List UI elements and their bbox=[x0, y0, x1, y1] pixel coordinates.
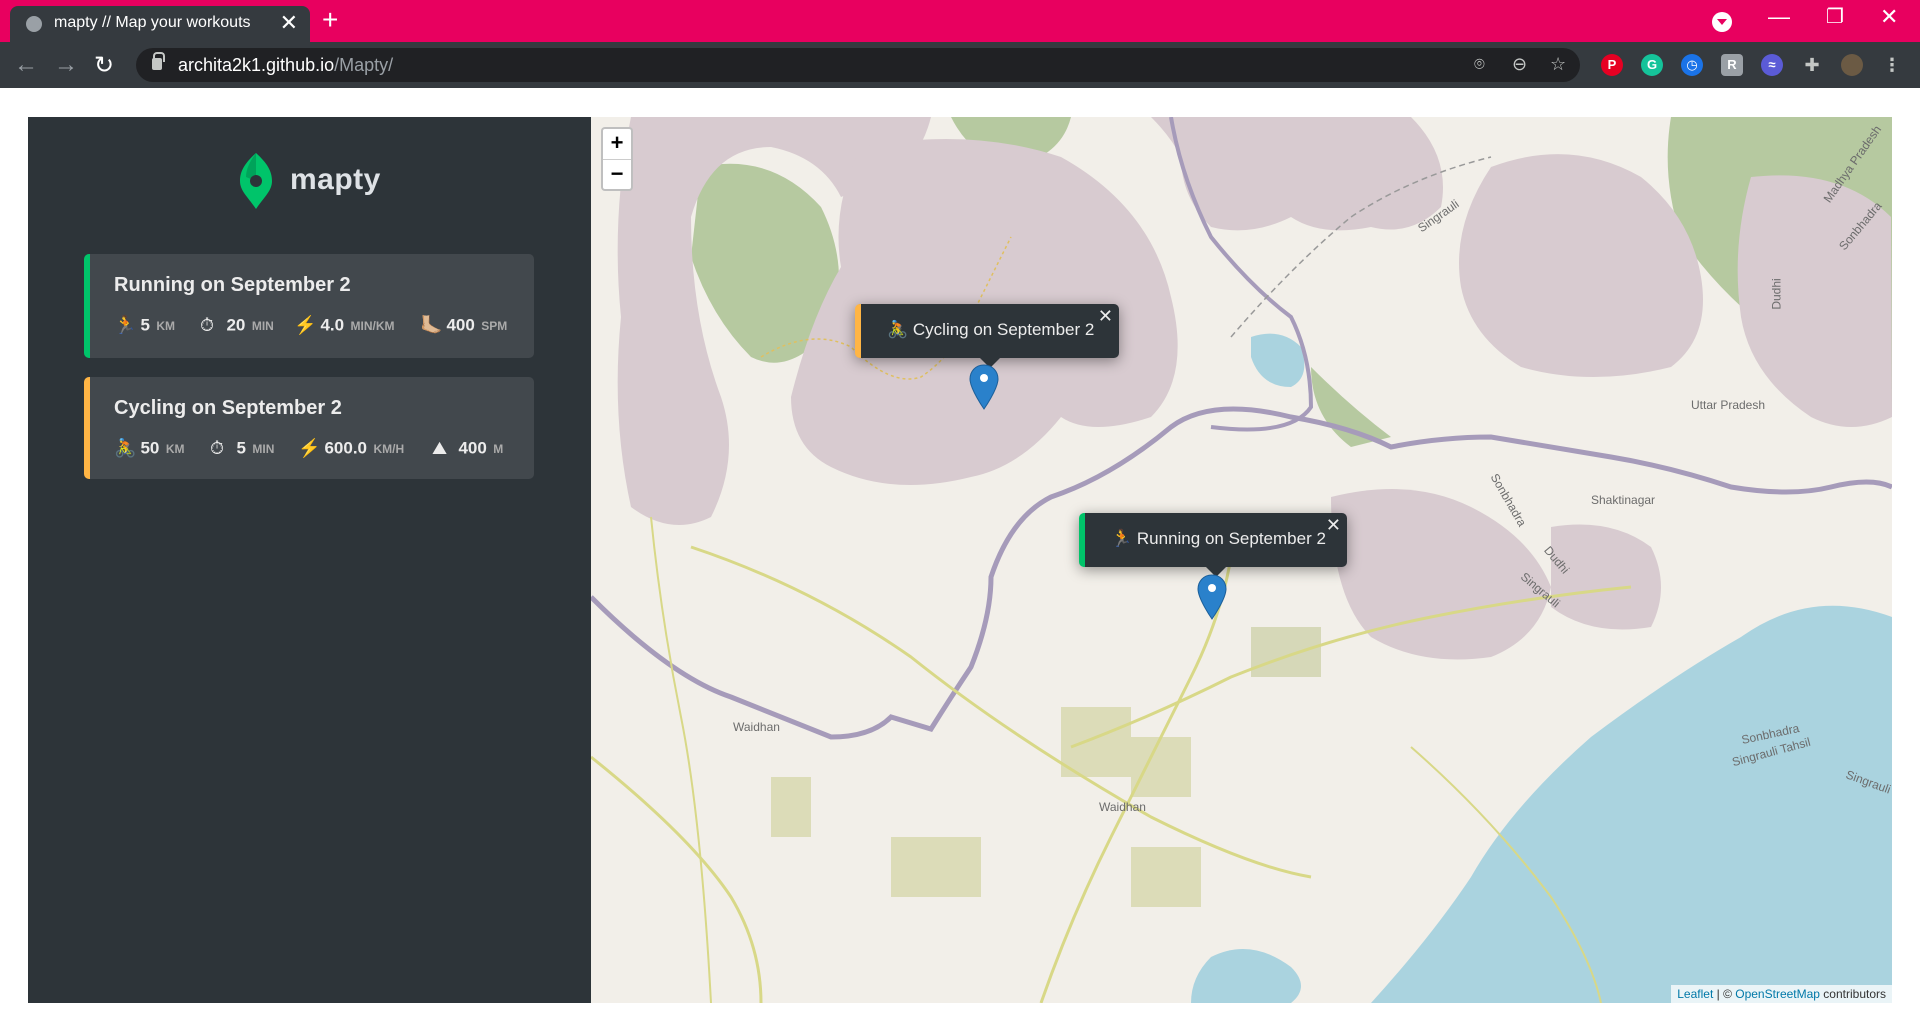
tab-title: mapty // Map your workouts bbox=[54, 14, 251, 31]
workout-detail-pace: ⚡️ 4.0 min/km bbox=[294, 315, 395, 335]
popup-close-icon[interactable]: ✕ bbox=[1098, 306, 1113, 327]
logo-text: mapty bbox=[290, 163, 381, 196]
location-icon[interactable]: ⌾ bbox=[1474, 54, 1485, 75]
workout-detail-distance: 🏃 5 km bbox=[114, 315, 176, 335]
logo: mapty bbox=[236, 151, 396, 211]
zoom-out-button[interactable]: − bbox=[603, 159, 631, 189]
mountain-icon: ⛰ bbox=[432, 438, 448, 458]
map-label: Uttar Pradesh bbox=[1691, 398, 1766, 412]
url-text[interactable]: archita2k1.github.io/Mapty/ bbox=[178, 55, 393, 76]
zoom-control: + − bbox=[601, 127, 633, 191]
r-extension-icon[interactable]: R bbox=[1721, 54, 1743, 76]
map-attribution: Leaflet | © OpenStreetMap contributors bbox=[1671, 985, 1892, 1003]
map-label: Dudhi bbox=[1769, 278, 1784, 310]
new-tab-button[interactable]: + bbox=[322, 4, 338, 36]
workout-detail-duration: ⏱ 5 min bbox=[210, 438, 275, 458]
tab-close-icon[interactable]: ✕ bbox=[280, 10, 298, 36]
workout-card-running[interactable]: Running on September 2 🏃 5 km ⏱ 20 min ⚡… bbox=[84, 254, 534, 358]
clock-icon[interactable]: ◷ bbox=[1681, 54, 1703, 76]
mapty-app: mapty Running on September 2 🏃 5 km ⏱ 20… bbox=[28, 117, 1892, 1003]
grammarly-icon[interactable]: G bbox=[1641, 54, 1663, 76]
workout-detail-speed: ⚡️ 600.0 km/h bbox=[298, 438, 405, 458]
map-label: Waidhan bbox=[733, 720, 780, 734]
browser-tab[interactable]: mapty // Map your workouts ✕ bbox=[10, 6, 310, 42]
foot-icon: 🦶🏼 bbox=[420, 315, 443, 335]
map-marker-icon[interactable] bbox=[968, 364, 1000, 410]
map[interactable]: Waidhan Waidhan Shaktinagar Uttar Prades… bbox=[591, 117, 1892, 1003]
address-bar[interactable]: archita2k1.github.io/Mapty/ ⌾ ⊖ ☆ bbox=[136, 48, 1580, 82]
workout-title: Cycling on September 2 bbox=[114, 397, 342, 419]
wave-icon[interactable]: ≈ bbox=[1761, 54, 1783, 76]
sidebar: mapty Running on September 2 🏃 5 km ⏱ 20… bbox=[28, 117, 591, 1003]
leaflet-link[interactable]: Leaflet bbox=[1677, 987, 1713, 1001]
workout-card-cycling[interactable]: Cycling on September 2 🚴 50 km ⏱ 5 min ⚡… bbox=[84, 377, 534, 479]
bookmark-star-icon[interactable]: ☆ bbox=[1550, 54, 1566, 75]
runner-icon: 🏃 bbox=[114, 315, 137, 335]
browser-tab-bar: mapty // Map your workouts ✕ + — ❐ ✕ bbox=[0, 0, 1920, 42]
zoom-icon[interactable]: ⊖ bbox=[1512, 54, 1527, 75]
forward-button[interactable]: → bbox=[54, 51, 78, 79]
extensions-puzzle-icon[interactable]: ✚ bbox=[1801, 54, 1823, 76]
popup-text: 🚴 Cycling on September 2 bbox=[887, 320, 1095, 339]
popup-cycling[interactable]: 🚴 Cycling on September 2 ✕ bbox=[855, 304, 1119, 368]
popup-close-icon[interactable]: ✕ bbox=[1326, 515, 1341, 536]
browser-toolbar: ← → ↻ archita2k1.github.io/Mapty/ ⌾ ⊖ ☆ … bbox=[0, 42, 1920, 88]
workout-title: Running on September 2 bbox=[114, 274, 351, 296]
restore-button[interactable]: ❐ bbox=[1826, 4, 1844, 29]
window-close-button[interactable]: ✕ bbox=[1880, 4, 1898, 30]
stopwatch-icon: ⏱ bbox=[210, 438, 225, 458]
popup-text: 🏃 Running on September 2 bbox=[1111, 529, 1326, 548]
reload-button[interactable]: ↻ bbox=[94, 51, 114, 80]
lock-icon bbox=[152, 52, 165, 70]
pinterest-icon[interactable]: P bbox=[1601, 54, 1623, 76]
stopwatch-icon: ⏱ bbox=[200, 315, 215, 335]
osm-link[interactable]: OpenStreetMap bbox=[1735, 987, 1820, 1001]
menu-kebab-icon[interactable]: ⋮ bbox=[1881, 54, 1903, 76]
lightning-icon: ⚡️ bbox=[298, 438, 321, 458]
minimize-button[interactable]: — bbox=[1768, 4, 1790, 30]
map-marker-icon[interactable] bbox=[1196, 574, 1228, 620]
workout-detail-cadence: 🦶🏼 400 spm bbox=[420, 315, 508, 335]
back-button[interactable]: ← bbox=[14, 51, 38, 79]
workout-detail-duration: ⏱ 20 min bbox=[200, 315, 274, 335]
lightning-icon: ⚡️ bbox=[294, 315, 317, 335]
workout-detail-elevation: ⛰ 400 m bbox=[432, 438, 504, 458]
zoom-in-button[interactable]: + bbox=[603, 129, 631, 159]
map-pin-logo-icon bbox=[240, 153, 272, 209]
popup-running[interactable]: 🏃 Running on September 2 ✕ bbox=[1079, 513, 1347, 577]
workout-detail-distance: 🚴 50 km bbox=[114, 438, 185, 458]
map-label: Shaktinagar bbox=[1591, 493, 1656, 507]
map-label: Waidhan bbox=[1099, 800, 1146, 814]
tab-search-icon[interactable] bbox=[1712, 12, 1732, 32]
globe-icon bbox=[26, 16, 42, 32]
avatar[interactable] bbox=[1841, 54, 1863, 76]
cyclist-icon: 🚴 bbox=[114, 438, 137, 458]
